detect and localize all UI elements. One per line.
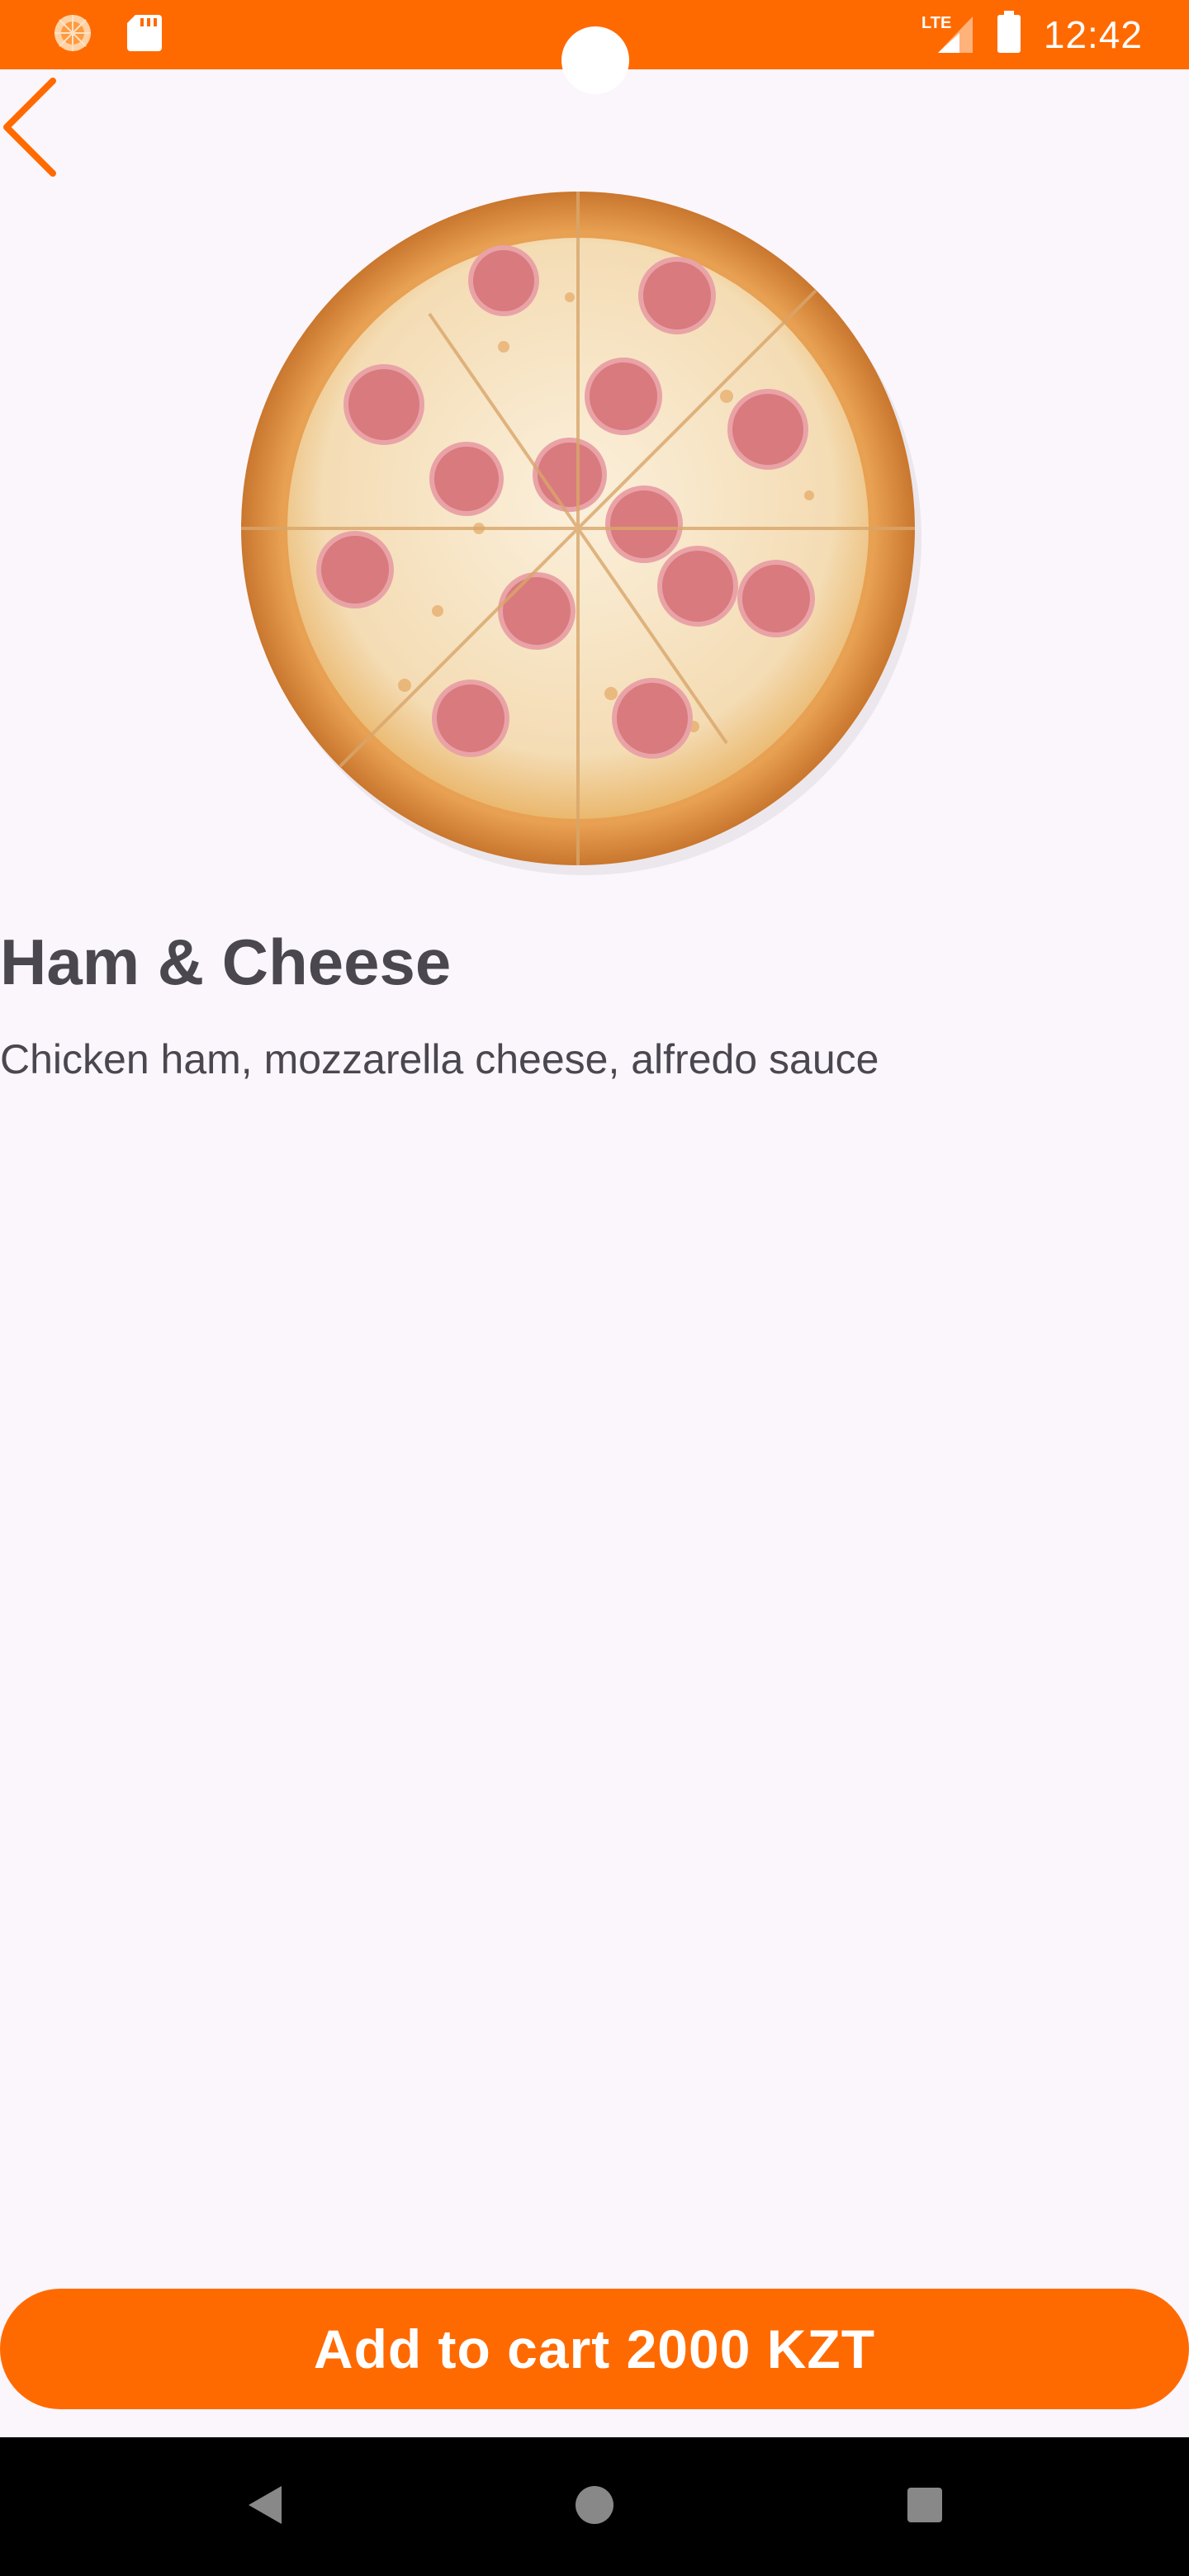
back-triangle-icon — [245, 2484, 283, 2530]
status-right: LTE 12:42 — [921, 10, 1143, 59]
lte-signal-icon: LTE — [921, 10, 974, 59]
recents-square-icon — [906, 2486, 944, 2528]
pizza-image — [241, 192, 921, 875]
home-circle-icon — [574, 2484, 615, 2530]
product-title: Ham & Cheese — [0, 926, 452, 998]
chevron-left-icon — [0, 77, 59, 181]
product-description: Chicken ham, mozzarella cheese, alfredo … — [0, 1036, 879, 1082]
nav-home-button[interactable] — [570, 2482, 619, 2531]
svg-text:LTE: LTE — [921, 14, 951, 32]
system-nav-bar — [0, 2437, 1189, 2576]
add-to-cart-label: Add to cart 2000 KZT — [313, 2318, 876, 2379]
product-image — [231, 182, 925, 875]
status-time: 12:42 — [1043, 12, 1143, 56]
add-to-cart-button[interactable]: Add to cart 2000 KZT — [0, 2289, 1189, 2409]
status-bar: LTE 12:42 — [0, 0, 1189, 94]
nav-back-button[interactable] — [239, 2482, 289, 2531]
back-button[interactable] — [0, 77, 74, 181]
camera-cutout — [561, 26, 629, 94]
status-left-icons — [51, 12, 162, 59]
sd-card-icon — [127, 13, 162, 57]
app-notification-icon — [51, 12, 94, 59]
battery-icon — [996, 11, 1022, 58]
nav-recents-button[interactable] — [900, 2482, 950, 2531]
